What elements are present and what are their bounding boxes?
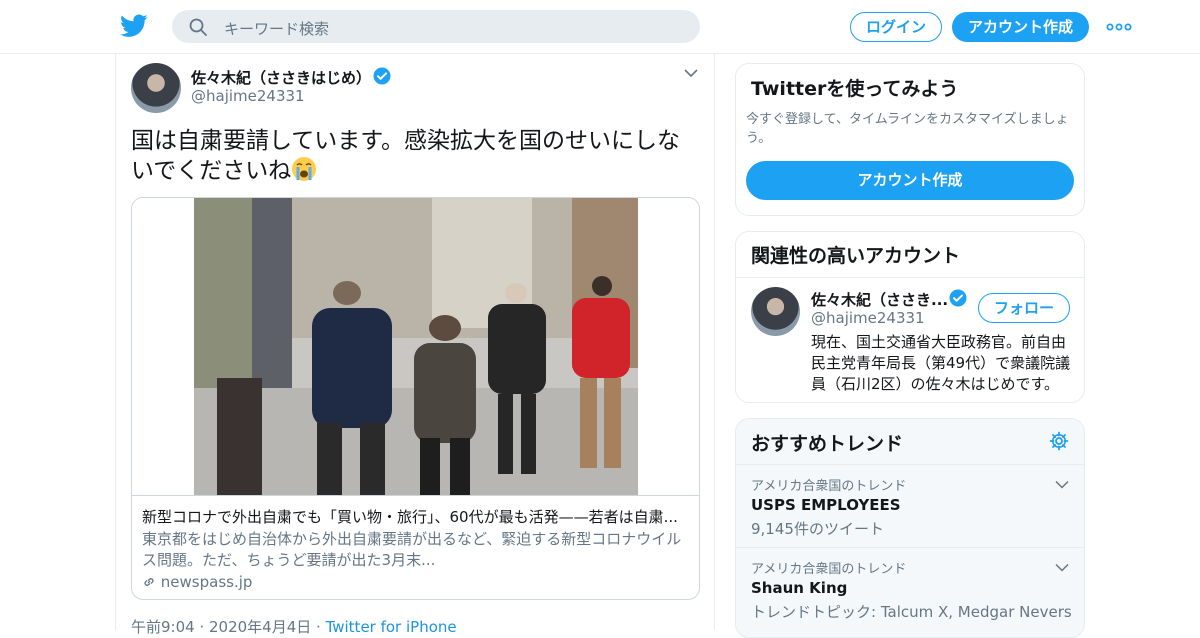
related-panel-title: 関連性の高いアカウント <box>751 245 961 267</box>
signup-panel-button[interactable]: アカウント作成 <box>746 161 1074 200</box>
card-domain-text: newspass.jp <box>160 573 253 591</box>
author-name[interactable]: 佐々木紀（ささきはじめ） <box>191 67 371 88</box>
follow-button[interactable]: フォロー <box>978 293 1070 323</box>
chevron-down-icon[interactable] <box>684 68 698 78</box>
signup-panel-title: Twitterを使ってみよう <box>751 78 959 100</box>
top-bar: キーワード検索 ログイン アカウント作成 <box>0 0 1200 54</box>
link-card[interactable]: 新型コロナで外出自粛でも「買い物・旅行」、60代が最も活発——若者は自粛... … <box>131 197 700 600</box>
related-accounts-panel: 関連性の高いアカウント 佐々木紀（ささき... @hajime24331 フォロ… <box>735 231 1085 403</box>
trend-name[interactable]: Shaun King <box>751 579 847 597</box>
tweet-text: 国は自粛要請しています。感染拡大を国のせいにしないでくださいね <box>131 126 701 186</box>
more-dots-icon[interactable] <box>1106 20 1132 34</box>
card-image <box>132 198 699 495</box>
card-description: 東京都をはじめ自治体から外出自粛要請が出るなど、緊迫する新型コロナウイルス問題。… <box>142 530 682 569</box>
trends-title: おすすめトレンド <box>751 433 904 455</box>
card-text: 新型コロナで外出自粛でも「買い物・旅行」、60代が最も活発——若者は自粛... … <box>132 495 699 599</box>
divider <box>736 277 1084 278</box>
tweet-detail: 佐々木紀（ささきはじめ） @hajime24331 国は自粛要請しています。感染… <box>115 54 715 636</box>
trend-count: トレンドトピック: Talcum X, Medgar Nevers <box>751 603 1072 621</box>
gear-icon[interactable] <box>1049 431 1069 451</box>
trend-item[interactable]: アメリカ合衆国のトレンド USPS EMPLOYEES 9,145件のツイート <box>736 464 1084 547</box>
trend-item[interactable]: アメリカ合衆国のトレンド Shaun King トレンドトピック: Talcum… <box>736 547 1084 630</box>
search-input[interactable]: キーワード検索 <box>224 18 329 39</box>
tweet-body: 国は自粛要請しています。感染拡大を国のせいにしないでくださいね <box>131 128 681 184</box>
loudly-crying-face-icon <box>292 157 317 181</box>
link-icon <box>144 578 154 586</box>
search-icon <box>189 18 207 36</box>
trend-count: 9,145件のツイート <box>751 520 884 538</box>
author-avatar[interactable] <box>131 63 181 113</box>
login-button[interactable]: ログイン <box>850 12 942 42</box>
related-handle[interactable]: @hajime24331 <box>811 309 925 327</box>
trend-name[interactable]: USPS EMPLOYEES <box>751 496 901 514</box>
signup-panel: Twitterを使ってみよう 今すぐ登録して、タイムラインをカスタマイズしましょ… <box>735 63 1085 216</box>
signup-button[interactable]: アカウント作成 <box>952 12 1089 42</box>
related-bio: 現在、国土交通省大臣政務官。前自由民主党青年局長（第49代）で衆議院議員（石川2… <box>811 333 1071 393</box>
verified-badge-icon <box>949 289 967 307</box>
trend-location: アメリカ合衆国のトレンド <box>751 562 907 577</box>
chevron-down-icon[interactable] <box>1055 480 1069 489</box>
twitter-bird-icon[interactable] <box>120 13 148 39</box>
trends-panel: おすすめトレンド アメリカ合衆国のトレンド USPS EMPLOYEES 9,1… <box>735 418 1085 638</box>
related-avatar[interactable] <box>751 287 800 336</box>
tweet-source-link[interactable]: Twitter for iPhone <box>326 618 457 636</box>
trend-location: アメリカ合衆国のトレンド <box>751 479 907 494</box>
card-domain: newspass.jp <box>142 573 689 591</box>
author-handle[interactable]: @hajime24331 <box>191 87 305 105</box>
signup-panel-subtitle: 今すぐ登録して、タイムラインをカスタマイズしましょう。 <box>746 112 1069 146</box>
search-box[interactable]: キーワード検索 <box>172 10 700 43</box>
related-name[interactable]: 佐々木紀（ささき... <box>811 289 948 310</box>
verified-badge-icon <box>373 67 391 85</box>
card-title: 新型コロナで外出自粛でも「買い物・旅行」、60代が最も活発——若者は自粛... <box>142 508 678 526</box>
tweet-timestamp[interactable]: 午前9:04 · 2020年4月4日 · <box>131 618 326 636</box>
tweet-meta: 午前9:04 · 2020年4月4日 · Twitter for iPhone <box>131 616 457 637</box>
chevron-down-icon[interactable] <box>1055 563 1069 572</box>
